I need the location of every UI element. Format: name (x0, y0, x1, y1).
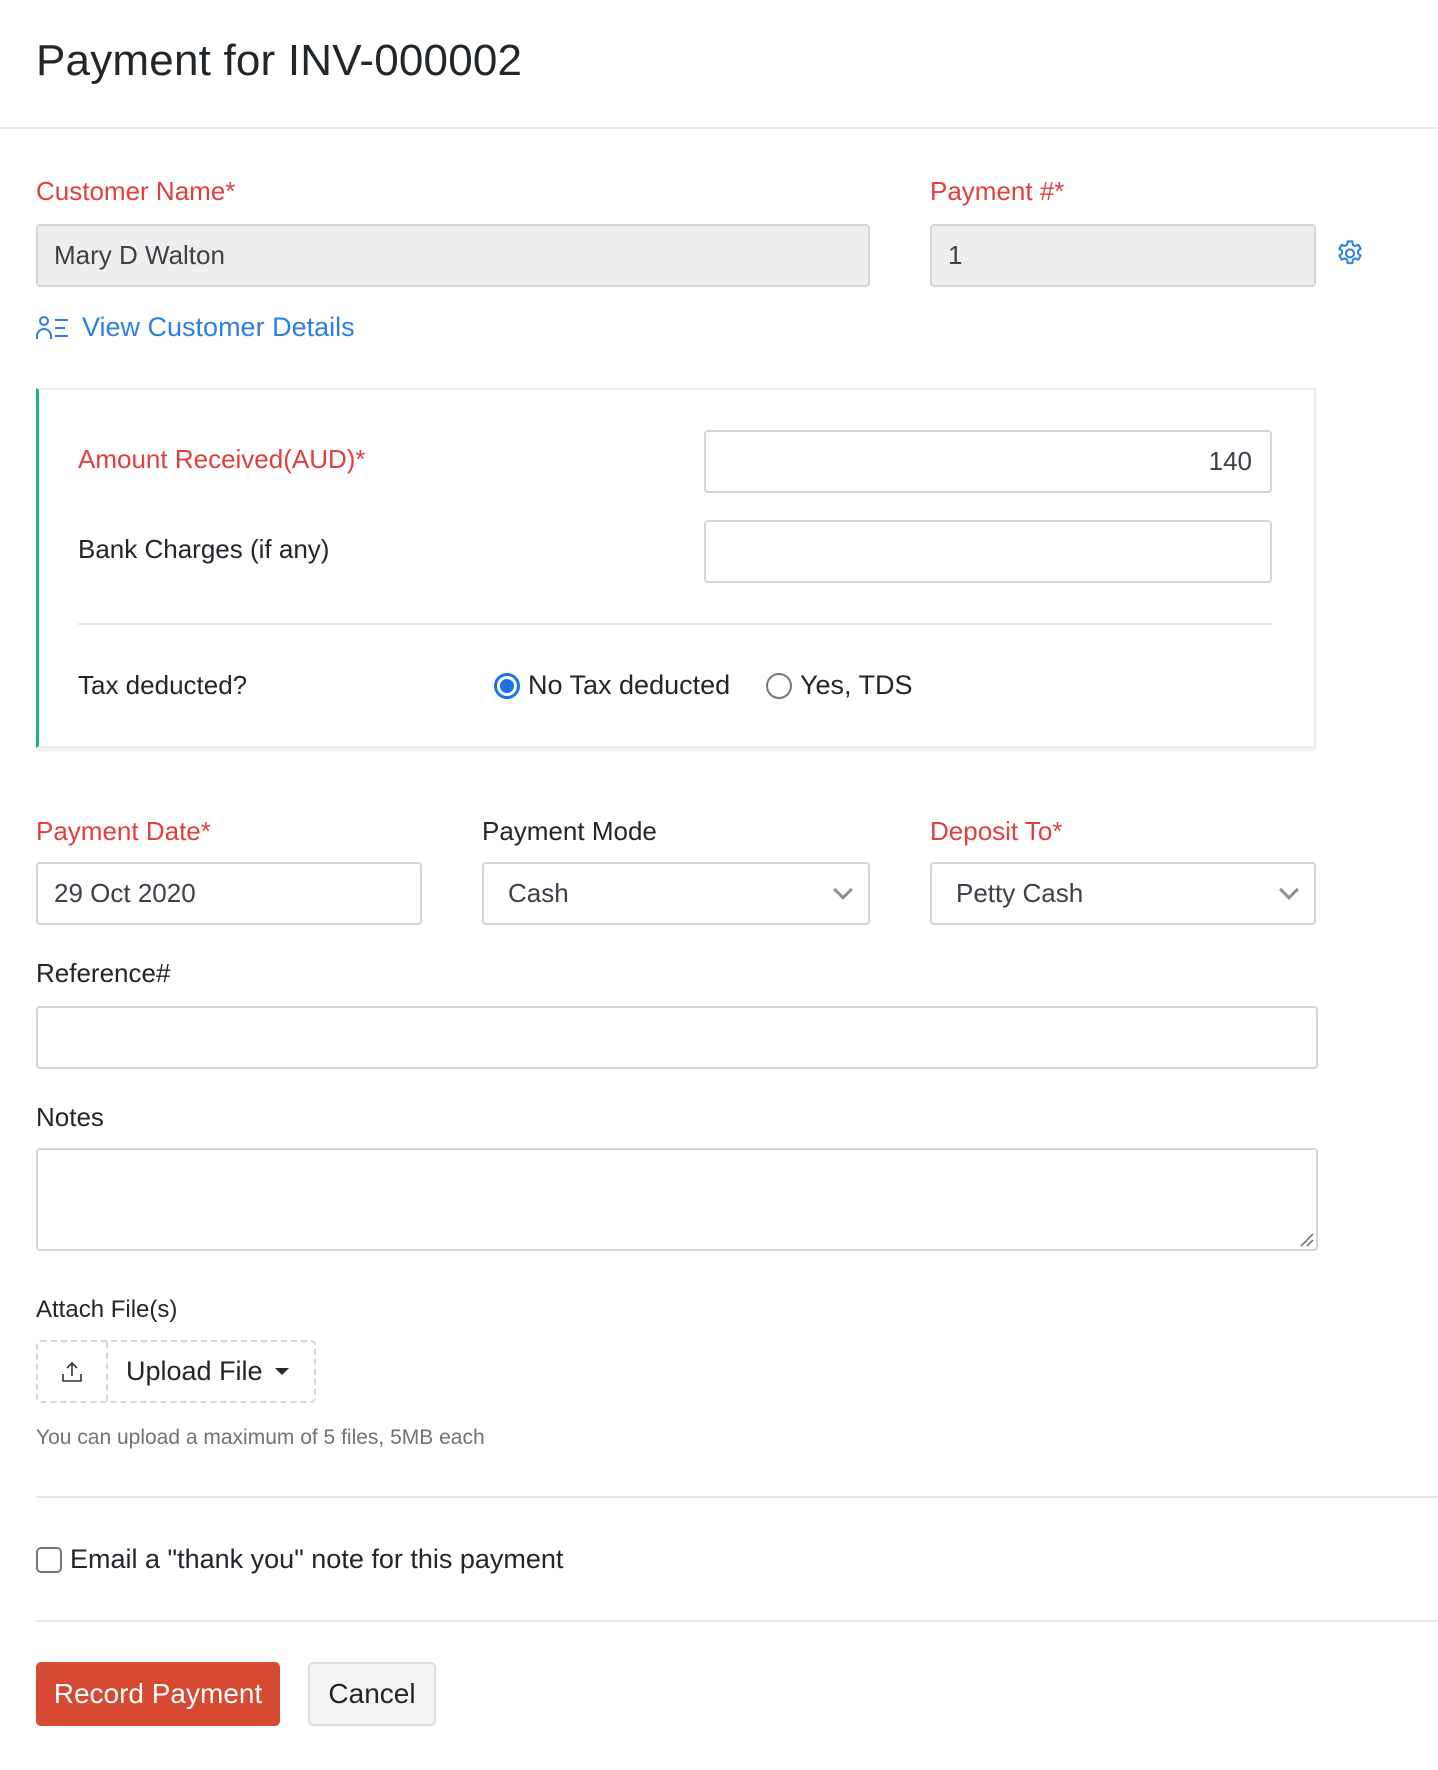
payment-mode-select[interactable]: Cash (482, 862, 870, 925)
view-customer-details-link[interactable]: View Customer Details (36, 312, 355, 343)
section-divider (36, 1496, 1438, 1498)
bank-charges-input[interactable] (704, 520, 1272, 583)
customer-name-label: Customer Name* (36, 176, 236, 206)
payment-number-label: Payment #* (930, 176, 1065, 206)
upload-hint: You can upload a maximum of 5 files, 5MB… (36, 1426, 485, 1449)
bank-charges-label: Bank Charges (if any) (78, 534, 330, 564)
tax-deducted-label: Tax deducted? (78, 670, 248, 700)
page-header: Payment for INV-000002 (0, 0, 1438, 129)
panel-divider (78, 623, 1272, 625)
notes-textarea[interactable] (36, 1148, 1318, 1251)
payment-date-value: 29 Oct 2020 (54, 878, 196, 908)
upload-icon (62, 1361, 82, 1382)
radio-no-tax-deducted[interactable]: No Tax deducted (494, 670, 730, 701)
upload-file-dropdown[interactable]: Upload File (108, 1342, 314, 1401)
payment-date-label: Payment Date* (36, 816, 211, 846)
customer-details-icon (36, 315, 68, 339)
payment-number-value: 1 (948, 240, 963, 270)
deposit-to-value: Petty Cash (956, 878, 1084, 908)
attach-files-label: Attach File(s) (36, 1296, 178, 1323)
email-thank-you-label: Email a "thank you" note for this paymen… (70, 1544, 564, 1574)
upload-icon-button[interactable] (38, 1342, 108, 1401)
view-customer-details-text: View Customer Details (82, 312, 355, 342)
chevron-down-icon (1279, 879, 1299, 900)
record-payment-button[interactable]: Record Payment (36, 1662, 280, 1726)
radio-selected-icon (494, 672, 520, 699)
reference-input[interactable] (36, 1006, 1318, 1069)
deposit-to-label: Deposit To* (930, 816, 1063, 846)
customer-name-value: Mary D Walton (54, 240, 225, 270)
email-thank-you-checkbox[interactable]: Email a "thank you" note for this paymen… (36, 1544, 563, 1575)
payment-mode-value: Cash (508, 878, 569, 908)
payment-mode-label: Payment Mode (482, 816, 657, 846)
upload-control: Upload File (36, 1340, 316, 1403)
reference-label: Reference# (36, 958, 171, 988)
radio-yes-tds-label: Yes, TDS (800, 670, 913, 700)
customer-name-field[interactable]: Mary D Walton (36, 224, 870, 287)
page-title: Payment for INV-000002 (36, 36, 523, 85)
radio-no-tax-label: No Tax deducted (528, 670, 731, 700)
radio-yes-tds[interactable]: Yes, TDS (766, 670, 913, 701)
cancel-button[interactable]: Cancel (308, 1662, 436, 1726)
upload-file-label: Upload File (126, 1356, 263, 1386)
amount-received-label: Amount Received(AUD)* (78, 444, 366, 474)
resize-handle-icon[interactable] (1298, 1231, 1314, 1247)
amount-received-input[interactable]: 140 (704, 430, 1272, 493)
gear-icon[interactable] (1334, 238, 1366, 270)
notes-label: Notes (36, 1102, 104, 1132)
payment-date-input[interactable]: 29 Oct 2020 (36, 862, 422, 925)
checkbox-icon (36, 1546, 62, 1573)
amount-received-value: 140 (1208, 446, 1252, 476)
deposit-to-select[interactable]: Petty Cash (930, 862, 1316, 925)
section-divider (36, 1620, 1438, 1622)
radio-unselected-icon (766, 672, 792, 699)
payment-number-field[interactable]: 1 (930, 224, 1316, 287)
caret-down-icon (274, 1368, 289, 1375)
chevron-down-icon (833, 879, 853, 900)
